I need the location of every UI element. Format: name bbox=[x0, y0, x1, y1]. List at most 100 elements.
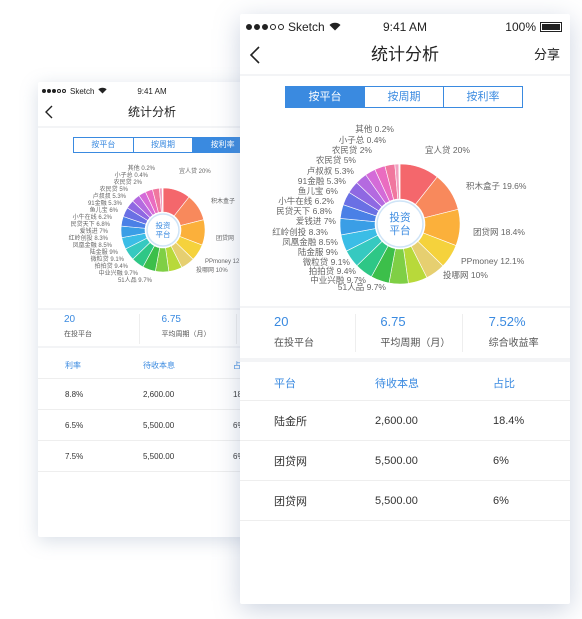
table-cell: 18.4% bbox=[493, 414, 525, 427]
slice-label: 凤凰金融 8.5% bbox=[73, 241, 113, 249]
slice-label: PPmoney 12 bbox=[205, 259, 240, 265]
slice-label: 农民贷 2% bbox=[114, 178, 143, 186]
slice-label: 卢叔叔 5.3% bbox=[93, 192, 127, 200]
stat-value: 20 bbox=[64, 314, 76, 325]
slice-label: 团贷网 bbox=[216, 234, 234, 242]
slice-label: 其他 0.2% bbox=[128, 164, 156, 172]
column-header: 利率 bbox=[65, 360, 81, 370]
column-header: 待收本息 bbox=[375, 378, 419, 390]
table-header: 利率 待收本息 占比 bbox=[38, 352, 266, 379]
stat-platforms: 20 在投平台 bbox=[38, 314, 139, 344]
donut-center-label: 平台 bbox=[156, 229, 171, 239]
slice-label: 凤凰金融 8.5% bbox=[282, 237, 338, 247]
header-divider bbox=[38, 126, 266, 128]
table-cell: 8.8% bbox=[65, 389, 84, 399]
tab-by-period[interactable]: 按周期 bbox=[364, 87, 443, 107]
segment-control: 按平台 按周期 按利率 bbox=[73, 137, 253, 153]
slice-label: 投哪网 10% bbox=[196, 266, 228, 274]
slice-label: 农民贷 2% bbox=[332, 145, 373, 155]
stat-label: 在投平台 bbox=[64, 331, 92, 338]
share-button[interactable]: 分享 bbox=[534, 36, 560, 74]
slice-label: 红岭创投 8.3% bbox=[272, 227, 328, 237]
tab-by-platform[interactable]: 按平台 bbox=[286, 87, 364, 107]
donut-center-label: 平台 bbox=[389, 224, 410, 237]
slice-label: 微粒贷 9.1% bbox=[91, 255, 125, 263]
stat-period: 6.75 平均周期（月） bbox=[138, 314, 237, 344]
slice-label: 团贷网 18.4% bbox=[473, 227, 525, 237]
chart-divider bbox=[38, 308, 266, 310]
table-cell: 团贷网 bbox=[274, 495, 307, 508]
stat-period: 6.75 平均周期（月） bbox=[355, 314, 463, 352]
stat-label: 综合收益率 bbox=[488, 338, 539, 349]
tab-by-rate[interactable]: 按利率 bbox=[443, 87, 522, 107]
slice-label: 小牛在线 6.2% bbox=[73, 213, 113, 221]
status-time: 9:41 AM bbox=[137, 86, 167, 96]
column-header: 占比 bbox=[493, 378, 515, 390]
battery-icon bbox=[540, 22, 562, 32]
slice-label: 宜人贷 20% bbox=[425, 145, 470, 155]
tab-by-platform[interactable]: 按平台 bbox=[74, 138, 133, 152]
data-table: 利率 待收本息 占比 8.8% 2,600.00 18 6.5% 5,500.0… bbox=[38, 352, 266, 472]
table-cell: 6% bbox=[493, 454, 509, 467]
slice-label: 民贷天下 6.8% bbox=[276, 206, 332, 216]
slice-label: 鱼儿宝 6% bbox=[90, 206, 119, 214]
slice-label: 91金融 5.3% bbox=[298, 176, 347, 186]
data-table: 平台 待收本息 占比 陆金所 2,600.00 18.4% 团贷网 5,500.… bbox=[240, 366, 570, 521]
column-header: 平台 bbox=[274, 378, 296, 390]
stat-value: 6.75 bbox=[161, 314, 181, 325]
back-chevron-icon[interactable] bbox=[44, 98, 54, 136]
slice-label: 爱钱进 7% bbox=[80, 227, 109, 235]
stat-label: 平均周期（月） bbox=[380, 338, 451, 349]
slice-label: 小子总 0.4% bbox=[115, 171, 149, 179]
table-header: 平台 待收本息 占比 bbox=[240, 366, 570, 401]
table-row[interactable]: 8.8% 2,600.00 18 bbox=[38, 379, 266, 410]
table-row[interactable]: 陆金所 2,600.00 18.4% bbox=[240, 401, 570, 441]
slice-label: 鱼儿宝 6% bbox=[298, 186, 339, 196]
slice-label: 爱钱进 7% bbox=[296, 216, 337, 226]
nav-bar: 统计分析 bbox=[38, 98, 266, 126]
front-phone-screen: Sketch 9:41 AM 100% 统计分析 分享 按平台 按周期 按利率 … bbox=[240, 14, 570, 604]
slice-label: 积木盒子 bbox=[211, 197, 235, 205]
slice-label: 投哪网 10% bbox=[443, 270, 488, 280]
chart-divider bbox=[240, 306, 570, 308]
donut-center-label: 投资 bbox=[156, 220, 171, 230]
table-cell: 5,500.00 bbox=[375, 494, 418, 507]
front-donut-chart: 投资平台 宜人贷 20% 积木盒子 19.6% 团贷网 18.4% PPmoney 12… bbox=[272, 124, 527, 292]
back-chevron-icon[interactable] bbox=[248, 36, 262, 88]
status-bar: Sketch 9:41 AM bbox=[38, 85, 266, 97]
slice-label: 民贷天下 6.8% bbox=[71, 220, 111, 228]
slice-label: 卢叔叔 5.3% bbox=[307, 166, 355, 176]
stat-label: 平均周期（月） bbox=[161, 331, 211, 338]
table-row[interactable]: 团贷网 5,500.00 6% bbox=[240, 441, 570, 481]
table-cell: 5,500.00 bbox=[143, 451, 175, 461]
page-title: 统计分析 bbox=[371, 45, 439, 64]
slice-label: 陆金服 9% bbox=[90, 248, 119, 256]
battery-indicator: 100% bbox=[505, 20, 562, 34]
slice-label: PPmoney 12.1% bbox=[461, 256, 525, 266]
stat-value: 6.75 bbox=[380, 314, 406, 329]
slice-label: 其他 0.2% bbox=[355, 124, 394, 134]
stat-yield: 7.52% 综合收益率 bbox=[463, 314, 570, 352]
table-row[interactable]: 7.5% 5,500.00 6% bbox=[38, 441, 266, 472]
table-cell: 7.5% bbox=[65, 451, 84, 461]
table-row[interactable]: 团贷网 5,500.00 6% bbox=[240, 481, 570, 521]
battery-percent: 100% bbox=[505, 20, 536, 34]
table-cell: 6.5% bbox=[65, 420, 84, 430]
slice-label: 51人品 9.7% bbox=[118, 277, 153, 284]
table-cell: 陆金所 bbox=[274, 415, 307, 428]
tab-by-period[interactable]: 按周期 bbox=[132, 138, 193, 152]
stats-row: 20 在投平台 6.75 平均周期（月） 7.52% 综合收益率 bbox=[240, 314, 570, 352]
slice-label: 小牛在线 6.2% bbox=[278, 196, 334, 206]
table-row[interactable]: 6.5% 5,500.00 6% bbox=[38, 410, 266, 441]
stats-divider bbox=[240, 358, 570, 362]
slice-label: 农民贷 5% bbox=[316, 155, 357, 165]
slice-label: 微粒贷 9.1% bbox=[303, 257, 351, 267]
slice-label: 积木盒子 19.6% bbox=[466, 181, 527, 191]
slice-label: 中业兴融 9.7% bbox=[99, 269, 139, 277]
segment-control: 按平台 按周期 按利率 bbox=[285, 86, 523, 108]
stats-divider bbox=[38, 346, 266, 348]
table-cell: 2,600.00 bbox=[375, 414, 418, 427]
donut-center-label: 投资 bbox=[389, 211, 411, 224]
stat-value: 7.52% bbox=[488, 314, 526, 329]
slice-label: 红岭创投 8.3% bbox=[69, 234, 109, 242]
